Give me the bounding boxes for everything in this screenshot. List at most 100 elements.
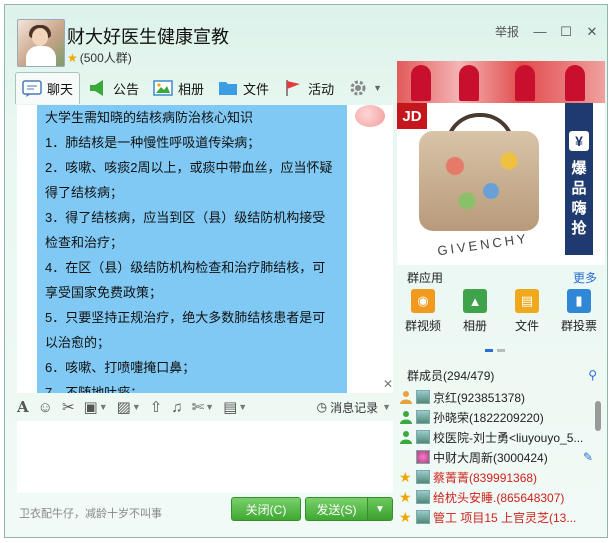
music-icon[interactable]: ♫ xyxy=(171,399,182,416)
avatar xyxy=(416,470,430,484)
announcement-icon xyxy=(90,80,104,96)
screenshot-icon[interactable]: ▣ ▼ xyxy=(84,398,108,416)
vertical-ad[interactable]: ¥ 爆品嗨抢 xyxy=(565,103,593,255)
right-panel: JD GIVENCHY ¥ 爆品嗨抢 群应用 更多 ◉ 群视频 ▲ 相册 ▤ 文… xyxy=(397,61,605,535)
scissors-icon[interactable]: ✄ ▼ xyxy=(192,398,215,416)
message-history-button[interactable]: ◷ 消息记录 ▼ xyxy=(317,399,391,416)
message-area[interactable]: 大学生需知晓的结核病防治核心知识 1．肺结核是一种慢性呼吸道传染病； 2．咳嗽、… xyxy=(17,105,393,393)
chevron-down-icon: ▼ xyxy=(375,503,385,515)
message-line: 1．肺结核是一种慢性呼吸道传染病； xyxy=(45,135,261,150)
vibrate-icon[interactable]: ✂ xyxy=(62,398,75,416)
tab-activity[interactable]: 活动 xyxy=(277,72,340,104)
members-header: 群成员(294/479) ⚲ xyxy=(407,368,597,383)
list-item[interactable]: 校医院-刘士勇<liuyouyo_5... xyxy=(397,427,593,447)
signature-text: 卫衣配牛仔，减龄十岁不叫事 xyxy=(19,508,162,520)
tab-files[interactable]: 文件 xyxy=(212,72,275,104)
message-line: 享受国家免费政策； xyxy=(45,285,163,300)
avatar xyxy=(416,430,430,444)
gear-icon xyxy=(350,80,366,96)
send-button[interactable]: 发送(S) xyxy=(305,497,367,521)
settings-menu[interactable]: ▼ xyxy=(342,72,388,104)
close-button[interactable]: 关闭(C) xyxy=(231,497,301,521)
star-icon: ★ xyxy=(67,51,78,65)
ad-brand: GIVENCHY xyxy=(436,230,530,259)
minimize-icon[interactable]: — xyxy=(531,24,549,40)
admin-icon xyxy=(400,431,412,444)
list-item[interactable]: ★ 蔡菁菁(839991368) xyxy=(397,467,593,487)
vote-icon: ▮ xyxy=(567,289,591,313)
font-icon[interactable]: A xyxy=(17,398,29,416)
tab-announcement[interactable]: 公告 xyxy=(82,72,145,104)
jd-logo: JD xyxy=(397,103,427,129)
tab-chat[interactable]: 聊天 xyxy=(15,72,81,104)
upload-icon[interactable]: ⇧ xyxy=(150,398,163,416)
clock-icon: ◷ xyxy=(316,400,328,414)
album-icon xyxy=(153,80,173,96)
app-group-video[interactable]: ◉ 群视频 xyxy=(400,289,446,343)
maximize-icon[interactable]: ☐ xyxy=(557,24,575,40)
list-item[interactable]: 京红(923851378) xyxy=(397,387,593,407)
message-line: 7．不随地吐痰； xyxy=(45,385,144,393)
edit-icon[interactable]: ✎ xyxy=(583,450,593,464)
bag-image xyxy=(419,131,539,231)
list-item[interactable]: ★ 管工 项目15 上官灵芝(13... xyxy=(397,507,593,527)
search-icon[interactable]: ⚲ xyxy=(588,368,597,382)
avatar xyxy=(416,510,430,524)
folder-icon: ▤ xyxy=(515,289,539,313)
message-input[interactable] xyxy=(17,421,393,493)
folder-icon xyxy=(219,82,238,95)
chat-icon xyxy=(22,79,42,97)
album-icon: ▲ xyxy=(463,289,487,313)
admin-icon xyxy=(400,411,412,424)
scroll-down-icon[interactable]: ✕ xyxy=(383,377,393,391)
group-apps-header: 群应用 更多 xyxy=(407,269,597,286)
message-line: 得了结核病； xyxy=(45,185,124,200)
image-icon[interactable]: ▨ ▼ xyxy=(117,398,141,416)
list-item[interactable]: 中财大周新(3000424) ✎ xyxy=(397,447,593,467)
star-icon: ★ xyxy=(399,469,412,485)
message-line: 5．只要坚持正规治疗，绝大多数肺结核患者是可 xyxy=(45,310,326,325)
emoji-icon[interactable]: ☺ xyxy=(38,399,53,416)
more-link[interactable]: 更多 xyxy=(573,269,597,286)
member-list: 京红(923851378) 孙晓荣(1822209220) 校医院-刘士勇<li… xyxy=(397,387,593,535)
chat-window: 财大好医生健康宣教 ★ (500人群) 举报 — ☐ ✕ 聊天 公告 相册 文件 … xyxy=(4,4,608,538)
member-scrollbar[interactable] xyxy=(595,401,601,431)
message-line: 3．得了结核病，应当到区（县）级结防机构接受 xyxy=(45,210,326,225)
group-avatar[interactable] xyxy=(17,19,65,67)
close-icon[interactable]: ✕ xyxy=(583,24,601,40)
banner-ad[interactable] xyxy=(397,61,605,103)
report-link[interactable]: 举报 xyxy=(495,23,519,40)
product-ad[interactable]: JD GIVENCHY ¥ 爆品嗨抢 xyxy=(397,103,605,265)
group-title: 财大好医生健康宣教 xyxy=(67,27,229,47)
flag-icon xyxy=(286,80,301,96)
avatar xyxy=(416,410,430,424)
sticker-icon xyxy=(355,105,385,127)
more-icon[interactable]: ▤ ▼ xyxy=(223,398,247,416)
app-files[interactable]: ▤ 文件 xyxy=(504,289,550,343)
star-icon: ★ xyxy=(399,489,412,505)
yen-icon: ¥ xyxy=(569,131,589,151)
chevron-down-icon: ▼ xyxy=(373,83,382,93)
avatar xyxy=(416,390,430,404)
message-bubble: 大学生需知晓的结核病防治核心知识 1．肺结核是一种慢性呼吸道传染病； 2．咳嗽、… xyxy=(37,105,347,393)
send-options-button[interactable]: ▼ xyxy=(367,497,393,521)
message-line: 4．在区（县）级结防机构检查和治疗肺结核，可 xyxy=(45,260,326,275)
star-icon: ★ xyxy=(399,509,412,525)
app-vote[interactable]: ▮ 群投票 xyxy=(556,289,602,343)
list-item[interactable]: ★ 给枕头安睡.(865648307) xyxy=(397,487,593,507)
list-item[interactable]: 孙晓荣(1822209220) xyxy=(397,407,593,427)
message-line: 大学生需知晓的结核病防治核心知识 xyxy=(45,110,254,125)
vertical-ad-text: 爆品嗨抢 xyxy=(571,160,587,237)
app-album[interactable]: ▲ 相册 xyxy=(452,289,498,343)
group-apps: ◉ 群视频 ▲ 相册 ▤ 文件 ▮ 群投票 xyxy=(397,289,605,343)
group-member-count: ★ (500人群) xyxy=(67,51,132,65)
message-line: 以治愈的； xyxy=(45,335,111,350)
tab-album[interactable]: 相册 xyxy=(147,72,210,104)
avatar xyxy=(416,450,430,464)
window-controls: 举报 — ☐ ✕ xyxy=(495,23,601,40)
avatar xyxy=(416,490,430,504)
owner-icon xyxy=(400,391,412,404)
message-line: 检查和治疗； xyxy=(45,235,124,250)
message-line: 2．咳嗽、咳痰2周以上，或痰中带血丝，应当怀疑 xyxy=(45,160,333,175)
tab-bar: 聊天 公告 相册 文件 活动 ▼ xyxy=(15,71,390,105)
